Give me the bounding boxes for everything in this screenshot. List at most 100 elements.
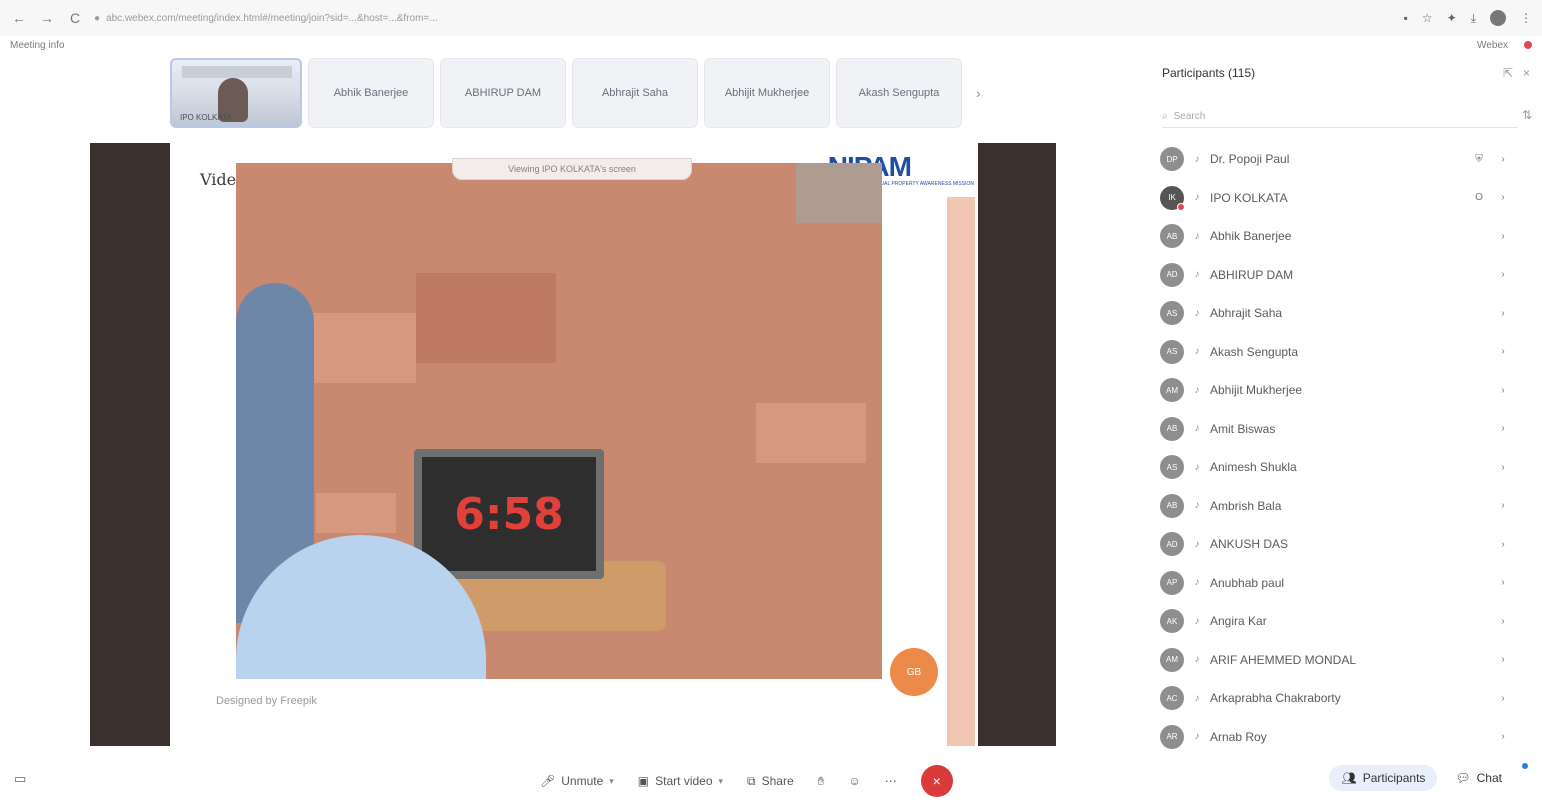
recording-indicator-icon	[1524, 41, 1532, 49]
participants-toggle-button[interactable]: 👥︎ Participants	[1329, 765, 1438, 791]
star-icon[interactable]: ☆	[1422, 11, 1433, 25]
participant-status-icon: O	[1475, 192, 1483, 204]
participant-row[interactable]: AS ♪ Abhrajit Saha ›	[1160, 294, 1510, 333]
participant-avatar: AB	[1160, 416, 1184, 441]
participant-tile[interactable]: Abhijit Mukherjee	[704, 58, 830, 128]
filmstrip-next-icon[interactable]: ›	[968, 85, 989, 101]
lock-icon: ●	[94, 12, 101, 24]
self-video-tile[interactable]: IPO KOLKATA	[170, 58, 302, 128]
participant-row[interactable]: AB ♪ Ambrish Bala ›	[1160, 487, 1510, 526]
participant-menu-icon[interactable]: ›	[1496, 616, 1510, 627]
participant-tile[interactable]: Abhrajit Saha	[572, 58, 698, 128]
participant-menu-icon[interactable]: ›	[1496, 654, 1510, 665]
participant-status-icon: ⛨	[1475, 153, 1483, 165]
participants-search[interactable]: ⌕ Search	[1162, 106, 1518, 128]
participant-row[interactable]: AK ♪ Angira Kar ›	[1160, 602, 1510, 641]
mic-muted-icon: ♪	[1194, 192, 1200, 204]
cast-icon[interactable]: ▪	[1404, 11, 1408, 25]
chevron-down-icon[interactable]: ▾	[609, 776, 614, 787]
mic-muted-icon: ♪	[1194, 500, 1200, 512]
participant-row[interactable]: AP ♪ Anubhab paul ›	[1160, 564, 1510, 603]
sort-icon[interactable]: ⇅	[1522, 108, 1532, 122]
chat-icon: 💬︎	[1455, 771, 1471, 785]
notification-dot	[1522, 763, 1528, 769]
viewing-screen-banner[interactable]: Viewing IPO KOLKATA's screen	[452, 158, 692, 180]
participant-tile[interactable]: ABHIRUP DAM	[440, 58, 566, 128]
participant-tile[interactable]: Abhik Banerjee	[308, 58, 434, 128]
participant-avatar: IK	[1160, 185, 1185, 211]
participant-menu-icon[interactable]: ›	[1496, 346, 1510, 357]
leave-meeting-button[interactable]: ×	[920, 765, 953, 797]
host-indicator-icon	[1177, 202, 1185, 211]
participant-row[interactable]: AM ♪ Abhijit Mukherjee ›	[1160, 371, 1510, 410]
browser-toolbar: ← → C ● abc.webex.com/meeting/index.html…	[0, 0, 1542, 36]
participant-menu-icon[interactable]: ›	[1496, 385, 1510, 396]
participant-menu-icon[interactable]: ›	[1496, 308, 1510, 319]
participant-tile[interactable]: Akash Sengupta	[836, 58, 962, 128]
mic-muted-icon: ♪	[1194, 461, 1200, 473]
share-button[interactable]: ⧉ Share	[747, 774, 794, 789]
participant-avatar: DP	[1160, 147, 1184, 172]
mic-muted-icon: ♪	[1194, 230, 1200, 242]
address-bar[interactable]: ● abc.webex.com/meeting/index.html#/meet…	[94, 8, 1214, 28]
participant-row[interactable]: AD ♪ ABHIRUP DAM ›	[1160, 256, 1510, 295]
participant-row[interactable]: AS ♪ Akash Sengupta ›	[1160, 333, 1510, 372]
participant-name: Amit Biswas	[1210, 421, 1276, 436]
participant-menu-icon[interactable]: ›	[1496, 577, 1510, 588]
participant-menu-icon[interactable]: ›	[1496, 693, 1510, 704]
chevron-down-icon[interactable]: ▾	[719, 776, 724, 787]
profile-avatar[interactable]	[1490, 10, 1506, 26]
participant-menu-icon[interactable]: ›	[1496, 231, 1510, 242]
forward-icon[interactable]: →	[38, 9, 56, 27]
participant-name: Dr. Popoji Paul	[1210, 152, 1290, 167]
participant-menu-icon[interactable]: ›	[1496, 269, 1510, 280]
participant-name: IPO KOLKATA	[1210, 190, 1288, 205]
participant-menu-icon[interactable]: ›	[1496, 539, 1510, 550]
webex-label: Webex	[1477, 39, 1508, 51]
layout-icon[interactable]: ▭	[14, 771, 26, 787]
raise-hand-button[interactable]: ✋︎	[818, 774, 825, 789]
participants-list: DP ♪ Dr. Popoji Paul ⛨ › IK ♪ IPO KOLKATA O › AB ♪ A…	[1160, 140, 1510, 756]
participant-name: Arkaprabha Chakraborty	[1210, 691, 1341, 706]
participant-row[interactable]: AM ♪ ARIF AHEMMED MONDAL ›	[1160, 641, 1510, 680]
download-icon[interactable]: ⤓	[1471, 11, 1476, 26]
more-icon: ⋯	[884, 774, 897, 788]
mic-muted-icon: ♪	[1194, 615, 1200, 627]
popout-icon[interactable]: ⇱	[1503, 66, 1513, 80]
participant-row[interactable]: AS ♪ Animesh Shukla ›	[1160, 448, 1510, 487]
participant-row[interactable]: AC ♪ Arkaprabha Chakraborty ›	[1160, 679, 1510, 718]
video-icon: ▣	[637, 774, 650, 788]
meeting-info-link[interactable]: Meeting info	[10, 40, 64, 51]
reload-icon[interactable]: C	[66, 9, 84, 27]
participant-name: Animesh Shukla	[1210, 460, 1297, 475]
reactions-button[interactable]: ☺	[849, 774, 861, 788]
participant-row[interactable]: AB ♪ Amit Biswas ›	[1160, 410, 1510, 449]
participant-row[interactable]: AB ♪ Abhik Banerjee ›	[1160, 217, 1510, 256]
participant-avatar: AS	[1160, 301, 1184, 326]
participant-menu-icon[interactable]: ›	[1496, 154, 1510, 165]
participant-menu-icon[interactable]: ›	[1496, 192, 1510, 203]
close-icon[interactable]: ×	[1523, 66, 1530, 80]
mic-off-icon: 🎤︎	[540, 774, 556, 788]
unmute-button[interactable]: 🎤︎ Unmute ▾	[540, 774, 614, 788]
mic-muted-icon: ♪	[1194, 423, 1200, 435]
participant-menu-icon[interactable]: ›	[1496, 462, 1510, 473]
extension-icon[interactable]: ✦	[1447, 11, 1457, 25]
chat-toggle-button[interactable]: 💬︎ Chat	[1455, 771, 1502, 785]
participant-row[interactable]: IK ♪ IPO KOLKATA O ›	[1160, 179, 1510, 218]
participant-menu-icon[interactable]: ›	[1496, 500, 1510, 511]
mic-muted-icon: ♪	[1194, 538, 1200, 550]
share-label: Share	[761, 774, 794, 788]
participant-row[interactable]: AR ♪ Arnab Roy ›	[1160, 718, 1510, 757]
menu-icon[interactable]: ⋮	[1520, 11, 1532, 25]
start-video-button[interactable]: ▣ Start video ▾	[638, 774, 723, 788]
participant-menu-icon[interactable]: ›	[1496, 731, 1510, 742]
participant-row[interactable]: DP ♪ Dr. Popoji Paul ⛨ ›	[1160, 140, 1510, 179]
participant-menu-icon[interactable]: ›	[1496, 423, 1510, 434]
participant-avatar: AP	[1160, 570, 1184, 595]
more-options-button[interactable]: ⋯	[885, 774, 897, 788]
participant-row[interactable]: AD ♪ ANKUSH DAS ›	[1160, 525, 1510, 564]
floating-avatar-button[interactable]: GB	[890, 648, 938, 696]
mic-muted-icon: ♪	[1194, 307, 1200, 319]
back-icon[interactable]: ←	[10, 9, 28, 27]
